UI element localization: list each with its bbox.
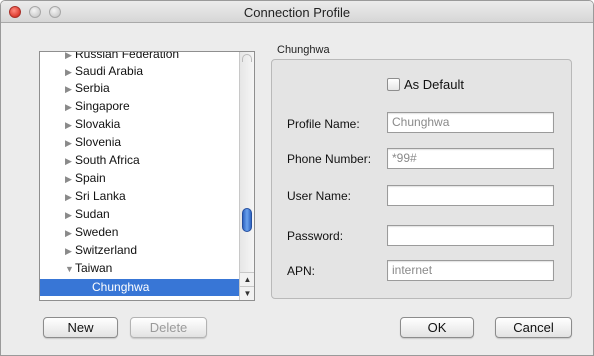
user-name-field[interactable] [387, 185, 554, 206]
connection-profile-window: Connection Profile ▶ Russian Federation ▶… [0, 0, 594, 356]
list-item-country[interactable]: ▶ Singapore [40, 98, 240, 115]
list-item-country[interactable]: ▶ South Africa [40, 152, 240, 169]
scrollbar-track-cap [242, 54, 252, 62]
as-default-checkbox[interactable] [387, 77, 400, 91]
list-item-country[interactable]: ▶ Russian Federation [40, 51, 240, 63]
disclosure-triangle-icon[interactable]: ▶ [65, 171, 75, 188]
scroll-up-arrow-icon[interactable]: ▲ [240, 272, 254, 286]
disclosure-triangle-icon[interactable]: ▶ [65, 99, 75, 116]
list-item-country[interactable]: ▶ Sri Lanka [40, 188, 240, 205]
disclosure-triangle-icon[interactable]: ▶ [65, 117, 75, 134]
profile-group-title: Chunghwa [277, 44, 330, 56]
disclosure-triangle-icon[interactable]: ▶ [65, 81, 75, 98]
list-item-country-expanded[interactable]: ▼Taiwan [40, 260, 240, 277]
scrollbar-thumb[interactable] [242, 208, 252, 232]
as-default-label: As Default [404, 76, 464, 92]
country-label: Russian Federation [75, 51, 180, 61]
as-default-row[interactable]: As Default [387, 76, 464, 92]
disclosure-triangle-icon[interactable]: ▶ [65, 225, 75, 242]
disclosure-triangle-expanded-icon[interactable]: ▼ [65, 261, 75, 278]
profile-name-field[interactable]: Chunghwa [387, 112, 554, 133]
country-label: Spain [75, 171, 106, 185]
list-item-profile-selected[interactable]: Chunghwa [40, 279, 240, 296]
profile-name-label: Profile Name: [287, 117, 360, 131]
list-item-country[interactable]: ▶ Switzerland [40, 242, 240, 259]
delete-button[interactable]: Delete [130, 317, 207, 338]
disclosure-triangle-icon[interactable]: ▶ [65, 153, 75, 170]
password-field[interactable] [387, 225, 554, 246]
country-label: Sri Lanka [75, 189, 126, 203]
apn-label: APN: [287, 264, 316, 278]
phone-number-label: Phone Number: [287, 152, 372, 166]
list-item-country[interactable]: ▶ Slovenia [40, 134, 240, 151]
title-bar: Connection Profile [1, 1, 593, 23]
password-label: Password: [287, 229, 344, 243]
phone-number-field[interactable]: *99# [387, 148, 554, 169]
country-label: Taiwan [75, 261, 113, 275]
country-label: Switzerland [75, 243, 138, 257]
profile-list[interactable]: ▶ Russian Federation ▶ Saudi Arabia ▶ Serbi… [39, 51, 255, 301]
disclosure-triangle-icon[interactable]: ▶ [65, 207, 75, 224]
disclosure-triangle-icon[interactable]: ▶ [65, 189, 75, 206]
window-title: Connection Profile [243, 5, 351, 20]
list-item-country[interactable]: ▶ Saudi Arabia [40, 63, 240, 80]
list-item-country[interactable]: ▶ Sweden [40, 224, 240, 241]
apn-field[interactable]: internet [387, 260, 554, 281]
country-label: Sweden [75, 225, 119, 239]
list-scrollbar[interactable]: ▲ ▼ [239, 52, 254, 300]
list-item-country[interactable]: ▶ Serbia [40, 80, 240, 97]
country-label: South Africa [75, 153, 140, 167]
list-item-country[interactable]: ▶ Spain [40, 170, 240, 187]
user-name-label: User Name: [287, 189, 352, 203]
ok-button[interactable]: OK [400, 317, 474, 338]
country-label: Slovakia [75, 117, 121, 131]
country-label: Sudan [75, 207, 110, 221]
country-label: Saudi Arabia [75, 64, 144, 78]
cancel-button[interactable]: Cancel [495, 317, 572, 338]
disclosure-triangle-icon[interactable]: ▶ [65, 64, 75, 81]
country-label: Serbia [75, 81, 110, 95]
country-label: Singapore [75, 99, 130, 113]
disclosure-triangle-icon[interactable]: ▶ [65, 135, 75, 152]
new-button[interactable]: New [43, 317, 118, 338]
disclosure-triangle-icon[interactable]: ▶ [65, 243, 75, 260]
list-item-country[interactable]: ▶ Sudan [40, 206, 240, 223]
list-item-country[interactable]: ▶ Slovakia [40, 116, 240, 133]
scroll-down-arrow-icon[interactable]: ▼ [240, 286, 254, 300]
country-label: Slovenia [75, 135, 122, 149]
